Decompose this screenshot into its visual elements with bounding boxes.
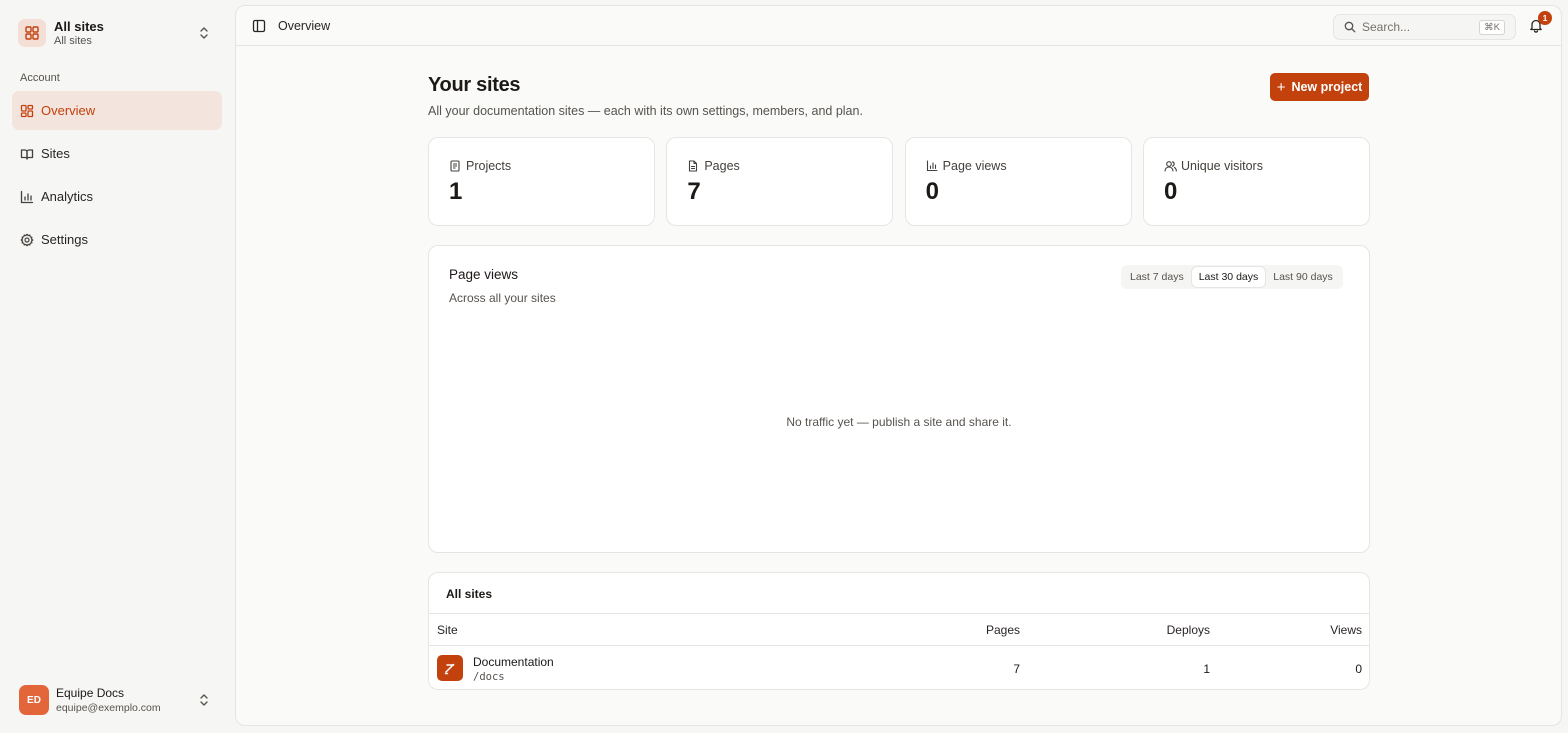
search-shortcut: ⌘K	[1479, 19, 1505, 35]
book-open-icon	[20, 147, 34, 161]
site-switcher[interactable]: All sites All sites	[12, 12, 222, 54]
stat-value: 0	[925, 178, 940, 205]
main-panel: Overview Search... ⌘K 1 Your sites All y…	[235, 5, 1562, 726]
stat-label: Projects	[466, 159, 512, 173]
cell-views: 0	[1355, 662, 1362, 676]
column-header-site[interactable]: Site	[437, 623, 458, 637]
stat-card-page-views: Page views 0	[904, 137, 1132, 226]
page-title: Your sites	[428, 74, 521, 96]
page-subtitle: All your documentation sites — each with…	[428, 104, 863, 118]
sidebar: All sites All sites Account Overview Sit…	[0, 0, 234, 733]
site-path: /docs	[473, 671, 505, 683]
empty-state-message: No traffic yet — publish a site and shar…	[786, 415, 1012, 429]
chart-subtitle: Across all your sites	[449, 291, 556, 305]
page-views-card: Page views Across all your sites Last 7 …	[428, 245, 1370, 553]
sites-table: All sites Site Pages Deploys Views Docum…	[428, 572, 1370, 690]
section-label-account: Account	[20, 72, 60, 84]
stat-label: Page views	[942, 159, 1007, 173]
site-switcher-subtitle: All sites	[54, 34, 92, 47]
new-project-label: New project	[1291, 80, 1363, 94]
stat-value: 0	[1163, 178, 1178, 205]
gear-icon	[20, 233, 34, 247]
bar-chart-icon	[20, 190, 34, 204]
site-logo-icon	[437, 655, 463, 681]
top-bar: Overview Search... ⌘K 1	[236, 6, 1561, 46]
column-header-pages[interactable]: Pages	[986, 623, 1020, 637]
layout-grid-icon	[18, 19, 46, 47]
stat-card-projects: Projects 1	[428, 137, 655, 226]
sidebar-item-analytics[interactable]: Analytics	[12, 177, 222, 216]
stat-value: 1	[449, 178, 463, 205]
stat-card-pages: Pages 7	[666, 137, 894, 226]
cell-deploys: 1	[1203, 662, 1210, 676]
range-30-days[interactable]: Last 30 days	[1191, 267, 1266, 287]
table-title: All sites	[446, 587, 493, 601]
sidebar-item-label: Sites	[41, 146, 70, 161]
stat-label: Pages	[704, 159, 740, 173]
range-90-days[interactable]: Last 90 days	[1266, 267, 1340, 287]
date-range-toggle: Last 7 days Last 30 days Last 90 days	[1121, 265, 1343, 289]
table-row[interactable]: Documentation /docs 7 1 0	[429, 646, 1369, 689]
search-placeholder: Search...	[1362, 20, 1411, 34]
stat-value: 7	[687, 178, 701, 205]
sidebar-item-settings[interactable]: Settings	[12, 220, 222, 259]
cell-pages: 7	[1013, 662, 1020, 676]
stats-row: Projects 1 Pages 7 Page views 0 Unique v…	[428, 137, 1370, 226]
file-icon	[449, 160, 461, 172]
sidebar-item-label: Settings	[41, 232, 88, 247]
avatar: ED	[19, 685, 49, 715]
breadcrumb: Overview	[278, 19, 331, 33]
search-icon	[1344, 21, 1356, 33]
table-header: Site Pages Deploys Views	[429, 613, 1369, 646]
range-7-days[interactable]: Last 7 days	[1123, 267, 1191, 287]
search-input[interactable]: Search... ⌘K	[1333, 14, 1516, 40]
bell-icon[interactable]: 1	[1529, 11, 1552, 34]
notification-badge: 1	[1538, 11, 1552, 25]
site-switcher-title: All sites	[54, 18, 104, 34]
sidebar-item-label: Analytics	[41, 189, 94, 204]
users-icon	[1164, 160, 1177, 172]
column-header-deploys[interactable]: Deploys	[1167, 623, 1210, 637]
site-name: Documentation	[473, 655, 554, 669]
plus-icon: +	[1276, 78, 1286, 96]
layout-grid-icon	[20, 104, 34, 118]
sidebar-item-sites[interactable]: Sites	[12, 134, 222, 173]
bar-chart-icon	[926, 160, 938, 172]
stat-label: Unique visitors	[1180, 159, 1263, 173]
chevrons-up-down-icon	[198, 26, 214, 40]
sidebar-nav: Overview Sites Analytics Settings	[12, 91, 222, 263]
sidebar-item-label: Overview	[41, 103, 96, 118]
user-menu[interactable]: ED Equipe Docs equipe@exemplo.com	[12, 680, 222, 720]
sidebar-toggle-icon[interactable]	[252, 19, 266, 33]
chart-title: Page views	[449, 267, 519, 282]
user-name: Equipe Docs	[56, 685, 125, 700]
sidebar-item-overview[interactable]: Overview	[12, 91, 222, 130]
user-email: equipe@exemplo.com	[56, 701, 161, 714]
new-project-button[interactable]: + New project	[1270, 73, 1369, 101]
document-icon	[687, 160, 699, 172]
stat-card-unique-visitors: Unique visitors 0	[1142, 137, 1370, 226]
column-header-views[interactable]: Views	[1330, 623, 1362, 637]
chevrons-up-down-icon	[198, 693, 214, 707]
